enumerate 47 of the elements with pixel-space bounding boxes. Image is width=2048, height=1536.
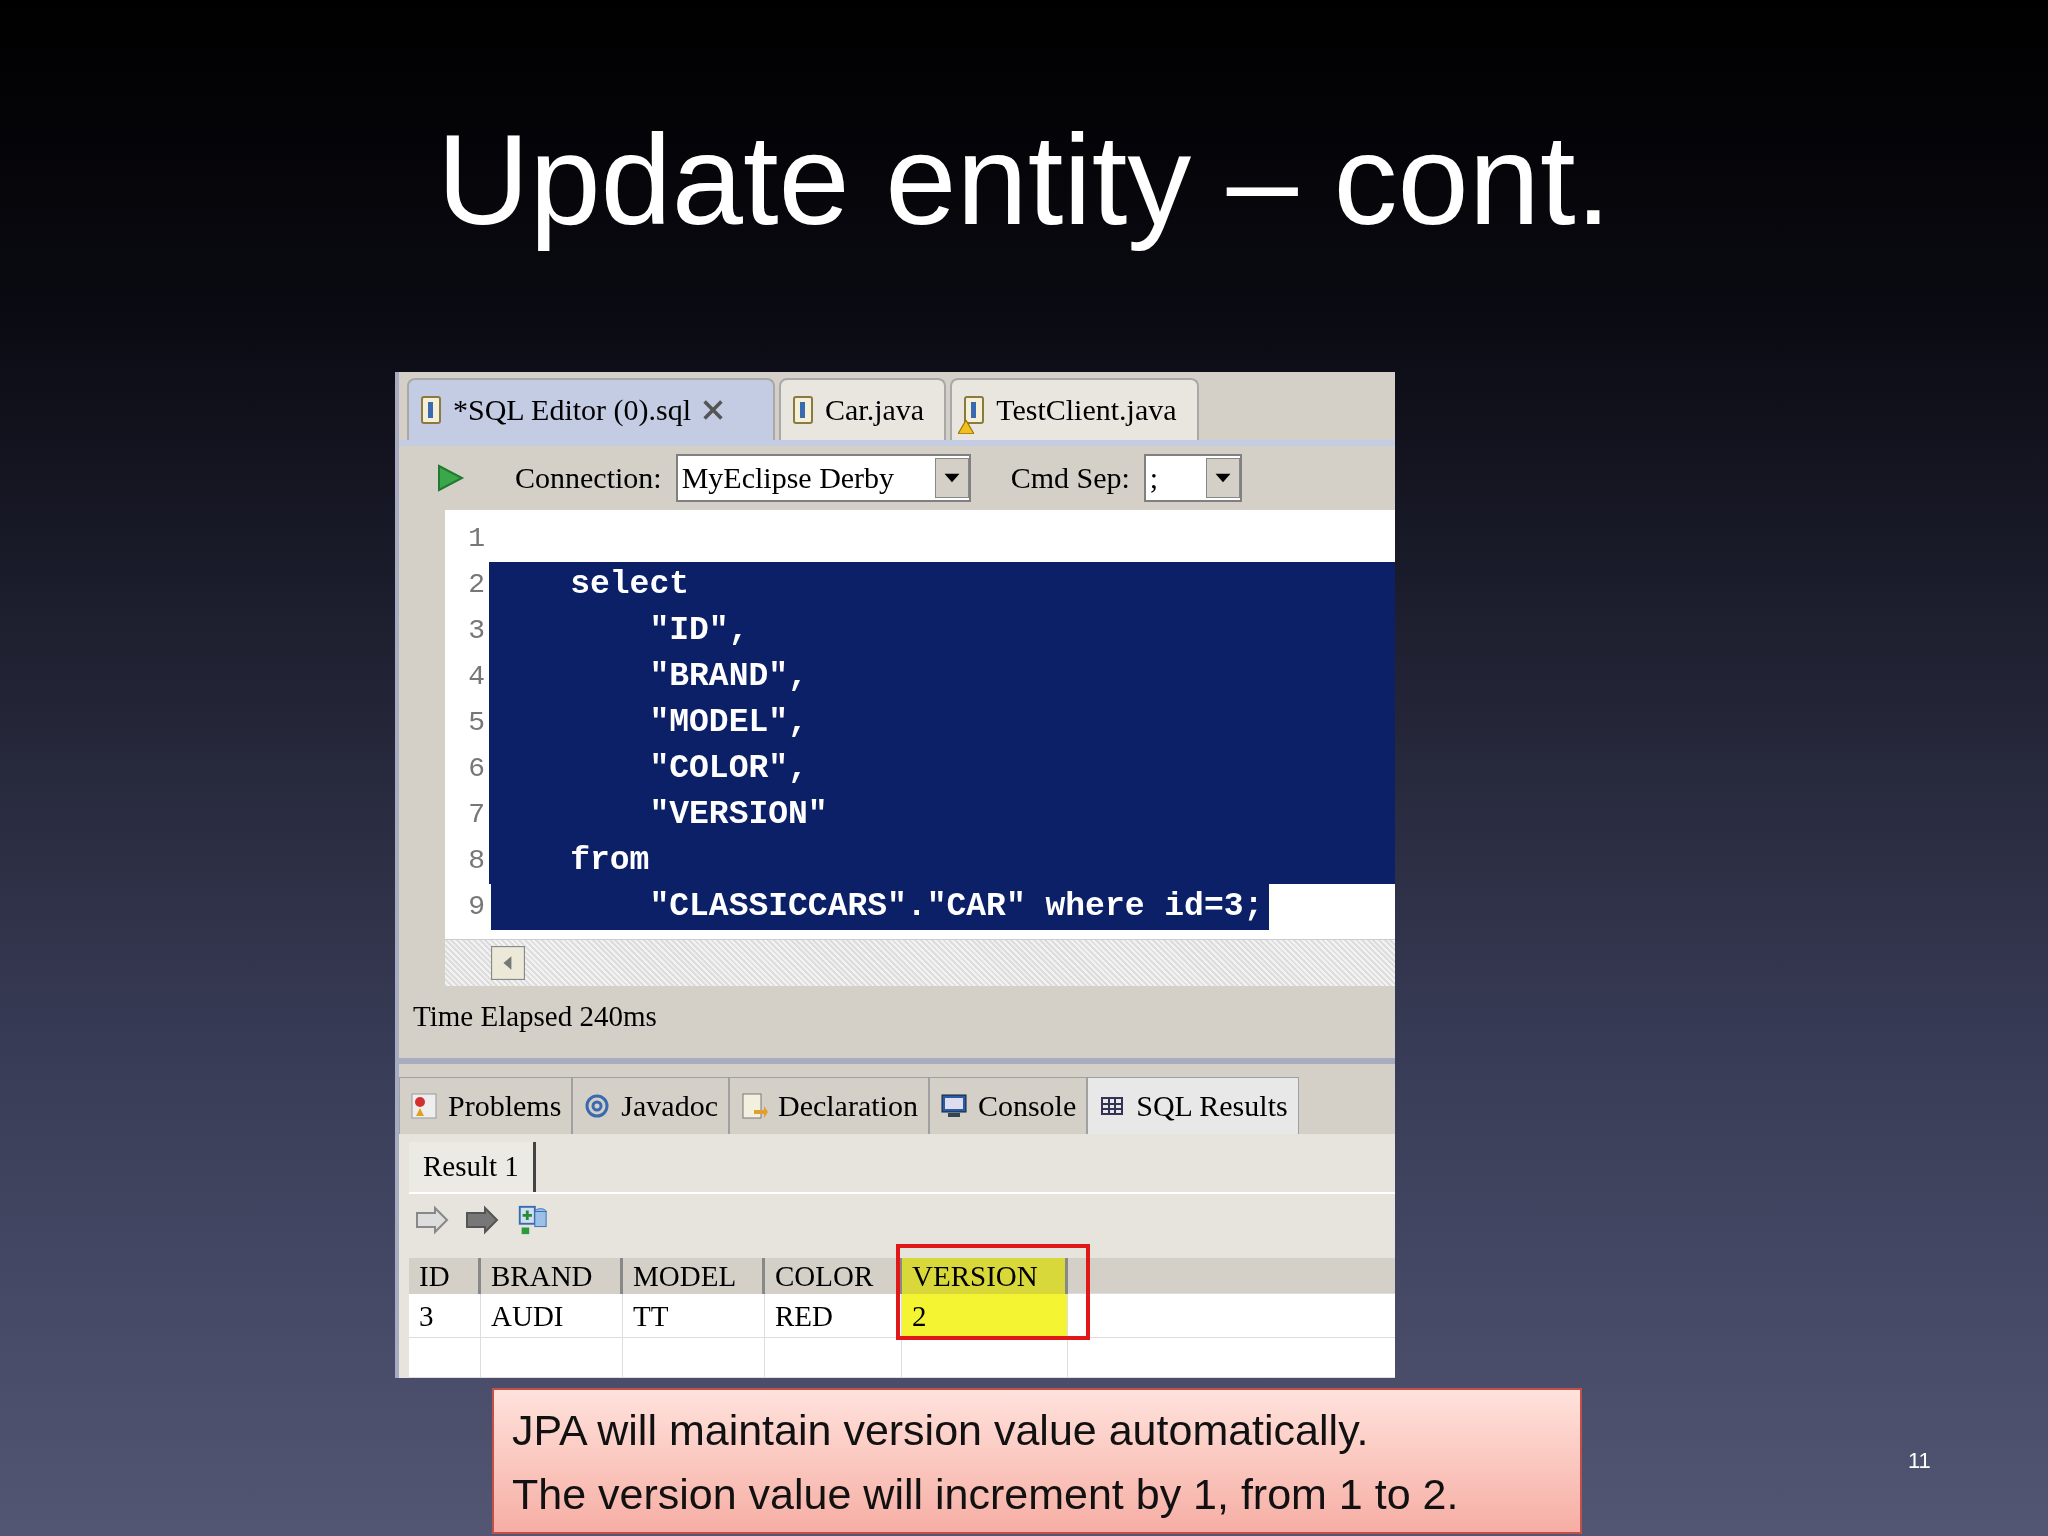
callout-text: The version value will increment by 1, from 1 to 2. [512,1469,1460,1520]
view-tab[interactable]: Problems [399,1077,573,1134]
callout-text: JPA will maintain version value automatically. [512,1405,1370,1456]
status-text: Time Elapsed 240ms [399,986,1395,1064]
line-number: 4 [467,660,486,694]
view-tab[interactable]: Declaration [728,1077,929,1134]
editor-tab[interactable]: TestClient.java [950,378,1199,440]
column-header[interactable]: BRAND [481,1258,623,1294]
line-number: 8 [467,844,486,878]
result-tab[interactable]: Result 1 [409,1142,536,1192]
line-number: 1 [467,522,486,556]
line-number: 2 [467,568,486,602]
code-editor[interactable]: 1 2 select 3 "ID", 4 "BRAND", 5 "MODEL", 6 "COLOR", 7 "VERSION" 8 from 9 "CLASSICCARS"."CAR" where id=3; [445,510,1395,986]
problems-icon [410,1092,438,1120]
file-icon [791,395,816,425]
table-cell: TT [623,1294,765,1338]
arrow-icon[interactable] [415,1204,449,1236]
line-number: 6 [467,752,486,786]
view-tab[interactable]: Javadoc [572,1077,729,1134]
arrow-icon[interactable] [465,1204,499,1236]
view-tab[interactable]: SQL Results [1087,1077,1299,1134]
horizontal-scrollbar[interactable] [445,939,1395,986]
table-cell: AUDI [481,1294,623,1338]
run-icon[interactable] [435,463,465,493]
declaration-icon [739,1092,768,1120]
column-header[interactable]: ID [409,1258,481,1294]
monitor-icon [939,1092,968,1120]
cmd-sep-label: Cmd Sep: [1010,461,1130,495]
scroll-left-icon[interactable] [491,946,525,980]
cmd-sep-dropdown[interactable]: ; [1143,454,1242,502]
line-number: 5 [467,706,486,740]
view-tab[interactable]: Console [928,1077,1088,1134]
line-number: 3 [467,614,486,648]
table-cell: 2 [902,1294,1068,1338]
connection-label: Connection: [515,461,662,495]
line-number: 7 [467,798,486,832]
line-number: 9 [467,890,486,924]
editor-tab[interactable]: *SQL Editor (0).sql [407,378,776,440]
column-header[interactable]: MODEL [623,1258,765,1294]
page-number: 11 [1908,1448,1931,1474]
table-cell: 3 [409,1294,481,1338]
slide-title: Update entity – cont. [436,107,1612,253]
column-header[interactable]: VERSION [902,1258,1068,1294]
connection-dropdown[interactable]: MyEclipse Derby [675,454,971,502]
file-icon [419,395,443,425]
editor-tab[interactable]: Car.java [779,378,947,440]
file-icon [962,395,987,425]
